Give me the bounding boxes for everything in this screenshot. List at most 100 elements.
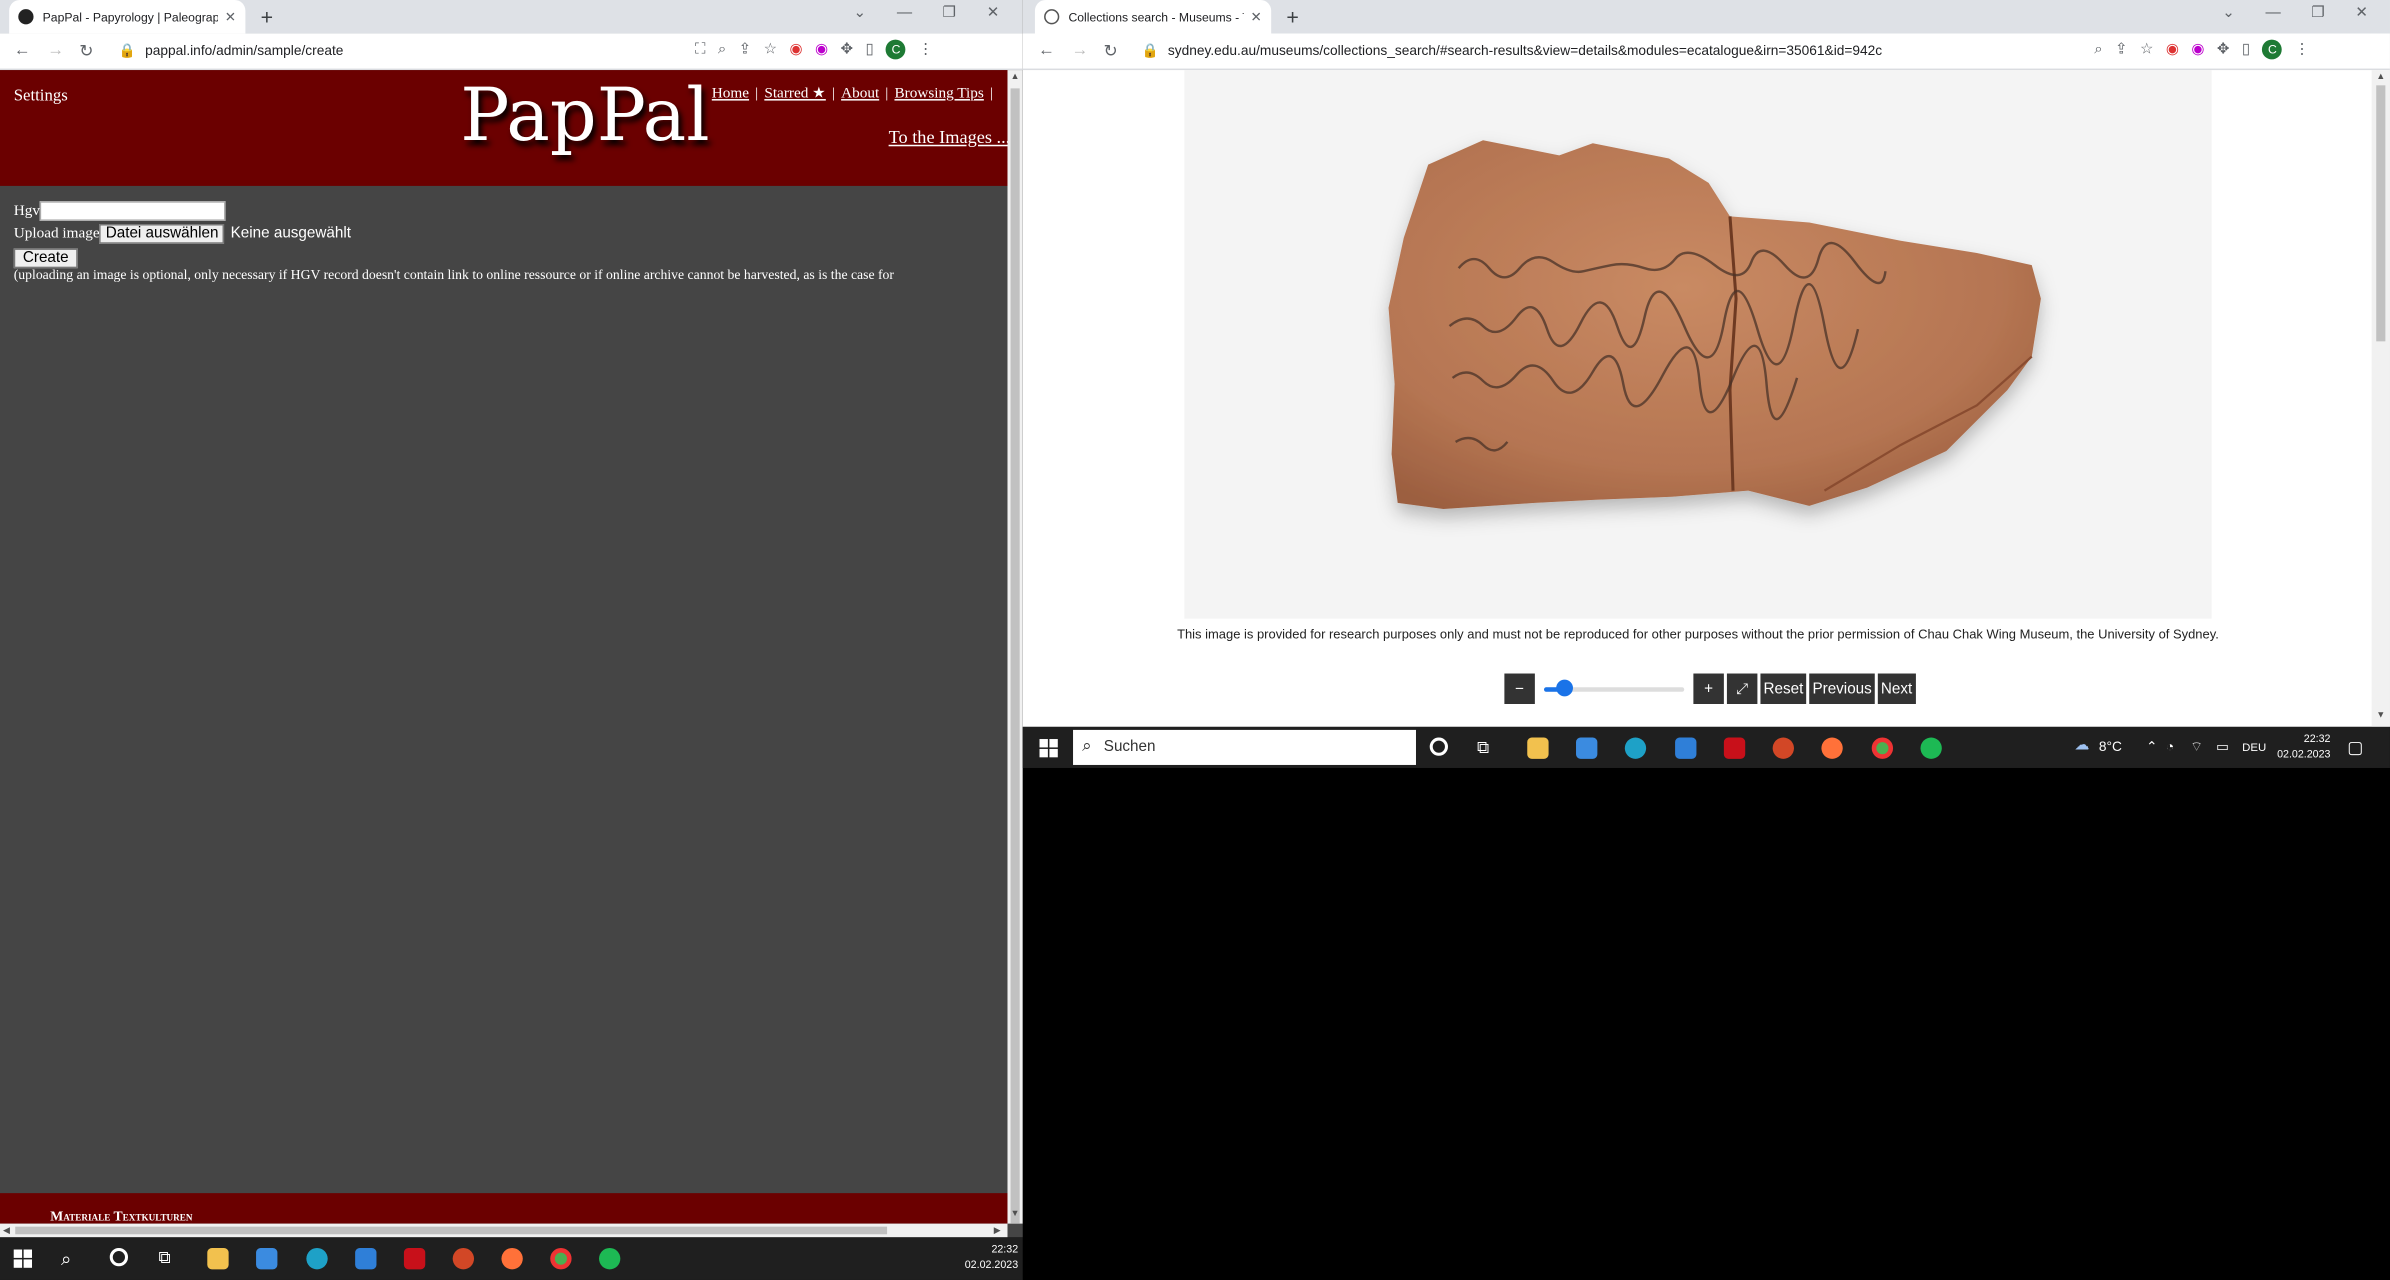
clock-right[interactable]: 22:32 02.02.2023 — [2260, 733, 2330, 763]
side-panel-icon[interactable]: ▯ — [865, 41, 873, 58]
task-view-icon[interactable]: ⧉ — [159, 1248, 180, 1269]
bookmark-star-icon[interactable]: ☆ — [764, 41, 778, 58]
store-icon[interactable] — [256, 1247, 278, 1270]
zoom-slider[interactable] — [1544, 674, 1685, 704]
notifications-icon[interactable]: ▢ — [2347, 738, 2363, 757]
tab-search-right-icon[interactable]: ⌄ — [2222, 5, 2235, 22]
horizontal-scroll-thumb[interactable] — [15, 1226, 888, 1235]
search-icon[interactable]: ⌕ — [61, 1248, 82, 1269]
scroll-up-right-icon[interactable]: ▲ — [2376, 73, 2385, 82]
extension-purple-right-icon[interactable]: ◉ — [2191, 41, 2204, 58]
clock[interactable]: 22:32 02.02.2023 — [945, 1243, 1018, 1273]
tab-collections-search[interactable]: Collections search - Museums - T ✕ — [1034, 0, 1272, 34]
share-right-icon[interactable]: ⇪ — [2115, 41, 2128, 58]
reload-icon[interactable]: ↻ — [79, 41, 93, 61]
scroll-down-right-icon[interactable]: ▼ — [2376, 712, 2385, 721]
menu-kebab-icon[interactable]: ⋮ — [918, 41, 933, 58]
vertical-scroll-thumb-right[interactable] — [2376, 85, 2386, 342]
nav-about-link[interactable]: About — [841, 85, 879, 102]
spotify-icon[interactable] — [599, 1247, 621, 1270]
hgv-input[interactable] — [39, 200, 226, 221]
scroll-up-icon[interactable]: ▲ — [1011, 73, 1020, 82]
previous-button[interactable]: Previous — [1809, 673, 1875, 704]
fit-screen-button[interactable]: ⤢ — [1726, 673, 1758, 704]
create-button[interactable]: Create — [13, 247, 78, 268]
scroll-right-icon[interactable]: ▶ — [994, 1225, 1001, 1236]
explorer-right-icon[interactable] — [1527, 737, 1549, 759]
chrome-right-icon[interactable] — [1871, 737, 1894, 759]
tray-wifi-icon[interactable]: ⌔ — [2190, 739, 2203, 756]
edge-right-icon[interactable] — [1624, 737, 1647, 759]
edge-icon[interactable] — [306, 1247, 328, 1270]
extensions-puzzle-right-icon[interactable]: ✥ — [2217, 41, 2230, 58]
nav-browsing-tips-link[interactable]: Browsing Tips — [894, 85, 983, 102]
tab-search-icon[interactable]: ⌄ — [854, 5, 867, 22]
cortana-icon[interactable] — [109, 1247, 129, 1267]
firefox-right-icon[interactable] — [1821, 737, 1843, 759]
forward-icon[interactable]: → — [47, 41, 64, 59]
to-the-images-link[interactable]: To the Images ... — [889, 126, 1011, 149]
firefox-icon[interactable] — [501, 1247, 523, 1270]
bookmark-star-right-icon[interactable]: ☆ — [2140, 41, 2154, 58]
extension-purple-icon[interactable]: ◉ — [815, 41, 828, 58]
ostracon-image[interactable] — [1184, 70, 2212, 619]
pappal-logo[interactable]: PapPal — [460, 73, 709, 158]
scroll-down-icon[interactable]: ▼ — [1011, 1210, 1020, 1219]
menu-kebab-right-icon[interactable]: ⋮ — [2294, 41, 2309, 58]
back-right-icon[interactable]: ← — [1038, 41, 1055, 59]
scroll-left-icon[interactable]: ◀ — [3, 1225, 10, 1236]
explorer-icon[interactable] — [207, 1247, 229, 1270]
url-field-right[interactable]: 🔒 sydney.edu.au/museums/collections_searc… — [1142, 43, 1883, 60]
mail-icon[interactable] — [355, 1247, 377, 1270]
translate-icon[interactable]: ⛶ — [695, 41, 706, 58]
zoom-slider-handle[interactable] — [1556, 679, 1573, 697]
weather-temp[interactable]: 8°C — [2099, 739, 2122, 754]
tray-battery-icon[interactable]: ▭ — [2216, 739, 2229, 756]
side-panel-right-icon[interactable]: ▯ — [2242, 41, 2250, 58]
profile-avatar[interactable]: C — [886, 39, 906, 60]
url-field[interactable]: 🔒 pappal.info/admin/sample/create — [119, 43, 344, 60]
spotify-right-icon[interactable] — [1920, 737, 1942, 759]
restore-right-icon[interactable]: ❐ — [2311, 5, 2325, 22]
back-icon[interactable]: ← — [14, 41, 31, 59]
minimize-right-icon[interactable]: — — [2266, 5, 2281, 22]
powerpoint-icon[interactable] — [452, 1247, 475, 1270]
zoom-right-icon[interactable]: ⌕ — [2094, 41, 2103, 58]
extensions-puzzle-icon[interactable]: ✥ — [841, 41, 854, 58]
close-window-right-icon[interactable]: ✕ — [2355, 5, 2368, 22]
minimize-icon[interactable]: — — [897, 5, 912, 22]
windows-right-icon[interactable] — [1038, 738, 1059, 759]
horizontal-scrollbar[interactable]: ◀ ▶ — [0, 1223, 1008, 1238]
zoom-out-button[interactable]: − — [1504, 673, 1535, 704]
acrobat-right-icon[interactable] — [1723, 737, 1746, 759]
reload-right-icon[interactable]: ↻ — [1104, 41, 1118, 61]
tray-chevron-icon[interactable]: ⌃ — [2146, 739, 2158, 756]
cortana-right-icon[interactable] — [1429, 737, 1448, 756]
choose-file-button[interactable]: Datei auswählen — [99, 223, 225, 244]
mail-right-icon[interactable] — [1675, 737, 1697, 759]
vertical-scroll-thumb[interactable] — [1010, 88, 1020, 1224]
restore-icon[interactable]: ❐ — [943, 5, 957, 22]
nav-home-link[interactable]: Home — [712, 85, 749, 102]
zoom-in-button[interactable]: + — [1693, 673, 1724, 704]
new-tab-icon[interactable]: + — [261, 5, 273, 29]
vertical-scrollbar-right[interactable]: ▲ ▼ — [2371, 70, 2390, 727]
store-right-icon[interactable] — [1576, 737, 1598, 759]
vertical-scrollbar-left[interactable]: ▲ ▼ — [1007, 70, 1023, 1224]
forward-right-icon[interactable]: → — [1072, 41, 1089, 59]
new-tab-right-icon[interactable]: + — [1286, 5, 1298, 29]
profile-avatar-right[interactable]: C — [2262, 39, 2283, 60]
acrobat-icon[interactable] — [403, 1247, 426, 1270]
chrome-icon[interactable] — [550, 1247, 572, 1270]
tab-pappal[interactable]: PapPal - Papyrology | Paleograph ✕ — [9, 0, 246, 34]
task-view-right-icon[interactable]: ⧉ — [1477, 738, 1498, 759]
taskbar-search-box[interactable]: ⌕ Suchen — [1073, 729, 1416, 765]
settings-link[interactable]: Settings — [14, 87, 68, 105]
extension-red-icon[interactable]: ◉ — [789, 41, 802, 58]
tray-network-icon[interactable]: ◔ — [2166, 739, 2174, 754]
next-button[interactable]: Next — [1877, 673, 1916, 704]
zoom-icon[interactable]: ⌕ — [718, 41, 727, 58]
close-tab-right-icon[interactable]: ✕ — [1251, 8, 1263, 25]
reset-button[interactable]: Reset — [1760, 673, 1807, 704]
extension-red-right-icon[interactable]: ◉ — [2166, 41, 2179, 58]
